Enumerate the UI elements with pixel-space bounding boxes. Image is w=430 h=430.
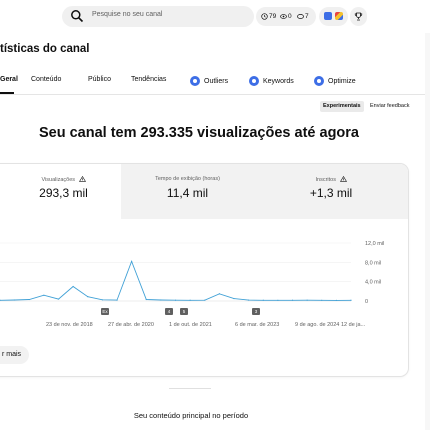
channel-views-headline: Seu canal tem 293.335 visualizações até … xyxy=(39,125,359,141)
data-point xyxy=(350,299,352,301)
stats-pill[interactable]: 79 0 7 xyxy=(256,7,316,26)
metric-label: Tempo de exibição (horas) xyxy=(155,176,220,182)
eye-count: 0 xyxy=(288,13,292,20)
data-point xyxy=(262,299,264,301)
notification-icon xyxy=(335,12,343,20)
search-placeholder: Pesquise no seu canal xyxy=(92,11,163,18)
y-tick-label: 12,0 mil xyxy=(365,241,384,247)
eye-stat: 0 xyxy=(280,13,292,20)
tab-geral[interactable]: Geral xyxy=(0,76,18,83)
extensions-button[interactable] xyxy=(319,7,348,26)
views-stat: 79 xyxy=(261,13,276,20)
comment-icon xyxy=(297,14,304,19)
data-point xyxy=(233,297,235,300)
comments-count: 7 xyxy=(305,13,309,20)
tab-label: Público xyxy=(88,76,111,83)
warning-icon xyxy=(339,175,347,182)
tab-keywords[interactable]: Keywords xyxy=(249,76,294,86)
metric-value: 11,4 mil xyxy=(166,186,209,200)
top-content-title: Seu conteúdo principal no período xyxy=(133,411,249,420)
data-point xyxy=(160,299,162,301)
trophy-button[interactable] xyxy=(350,7,367,26)
tab-publico[interactable]: Público xyxy=(88,76,111,83)
tab-label: Keywords xyxy=(263,77,294,85)
data-point xyxy=(28,298,30,301)
views-count: 79 xyxy=(269,13,277,20)
data-point xyxy=(43,294,45,296)
metric-value: +1,3 mil xyxy=(309,186,353,200)
data-point xyxy=(14,299,16,301)
x-tick-label: 6 de mar. de 2023 xyxy=(235,322,279,328)
tab-label: Conteúdo xyxy=(31,76,62,83)
data-point xyxy=(218,293,220,295)
tab-tendencias[interactable]: Tendências xyxy=(131,76,166,83)
tab-label: Outliers xyxy=(204,77,229,85)
data-point xyxy=(174,299,177,301)
data-point xyxy=(145,298,147,301)
data-point xyxy=(321,299,323,301)
tab-label: Optimize xyxy=(328,77,356,85)
data-point xyxy=(248,299,250,301)
page-title: tísticas do canal xyxy=(0,43,90,55)
data-point xyxy=(87,296,89,298)
blue-dot-icon xyxy=(249,76,259,86)
analytics-tabs: Geral Conteúdo Público Tendências Outlie… xyxy=(0,70,430,94)
top-bar: Pesquise no seu canal 79 0 7 xyxy=(0,0,430,33)
tab-conteudo[interactable]: Conteúdo xyxy=(31,76,61,83)
metric-label: Visualizações xyxy=(6,175,121,183)
eye-icon xyxy=(280,14,287,19)
x-tick-label: 23 de nov. de 2018 xyxy=(46,322,93,328)
clock-icon xyxy=(261,13,268,20)
metric-label-text: Visualizações xyxy=(41,177,75,183)
data-point xyxy=(101,299,103,301)
data-point xyxy=(72,285,74,288)
send-feedback-link[interactable]: Enviar feedback xyxy=(370,101,409,112)
tabs-divider xyxy=(0,94,430,95)
data-point xyxy=(189,299,191,301)
blue-dot-icon xyxy=(190,76,200,86)
experimental-chip[interactable]: Experimentais xyxy=(320,101,364,112)
y-tick-label: 0 xyxy=(365,299,368,305)
x-tick-label: 9 de ago. de 2024 xyxy=(295,322,339,328)
data-point xyxy=(291,299,294,301)
tab-label: Geral xyxy=(0,76,18,83)
metric-views[interactable]: Visualizações 293,3 mil xyxy=(0,164,121,219)
search-bar[interactable]: Pesquise no seu canal xyxy=(62,6,254,27)
chart-marker-label: Ex xyxy=(102,309,108,314)
metric-value: 293,3 mil xyxy=(39,186,88,200)
data-point xyxy=(116,299,118,301)
tab-optimize[interactable]: Optimize xyxy=(314,76,356,86)
views-series-line xyxy=(0,260,352,301)
extension-icon xyxy=(324,12,332,20)
metric-label: Inscritos xyxy=(254,175,408,183)
page-scrollbar[interactable] xyxy=(425,33,430,430)
section-divider xyxy=(169,388,211,389)
comments-stat: 7 xyxy=(297,13,309,20)
trophy-icon xyxy=(354,12,363,21)
views-line-chart[interactable]: 12,0 mil8,0 mil4,0 mil0Ex453ju...23 de n… xyxy=(0,219,408,344)
tab-outliers[interactable]: Outliers xyxy=(190,76,228,86)
metric-subscribers[interactable]: Inscritos +1,3 mil xyxy=(254,164,408,219)
data-point xyxy=(306,299,308,301)
x-tick-label: 27 de abr. de 2020 xyxy=(108,322,154,328)
data-point xyxy=(335,299,337,301)
data-point xyxy=(277,299,279,301)
search-icon xyxy=(71,10,84,23)
warning-icon xyxy=(78,175,86,182)
x-tick-label: 12 de ja... xyxy=(341,322,366,328)
data-point xyxy=(131,260,133,262)
y-tick-label: 8,0 mil xyxy=(365,260,381,266)
metric-watch-time[interactable]: Tempo de exibição (horas) 11,4 mil xyxy=(121,164,254,219)
x-tick-label: 1 de out. de 2021 xyxy=(169,322,212,328)
metric-label-text: Inscritos xyxy=(315,177,336,183)
data-point xyxy=(57,298,60,300)
metrics-row: Visualizações 293,3 mil Tempo de exibiçã… xyxy=(0,164,408,219)
y-tick-label: 4,0 mil xyxy=(365,280,381,286)
see-more-button[interactable]: r mais xyxy=(0,346,30,364)
blue-dot-icon xyxy=(314,76,324,86)
tab-label: Tendências xyxy=(131,76,167,83)
overview-card: Visualizações 293,3 mil Tempo de exibiçã… xyxy=(0,164,408,376)
data-point xyxy=(204,299,206,301)
